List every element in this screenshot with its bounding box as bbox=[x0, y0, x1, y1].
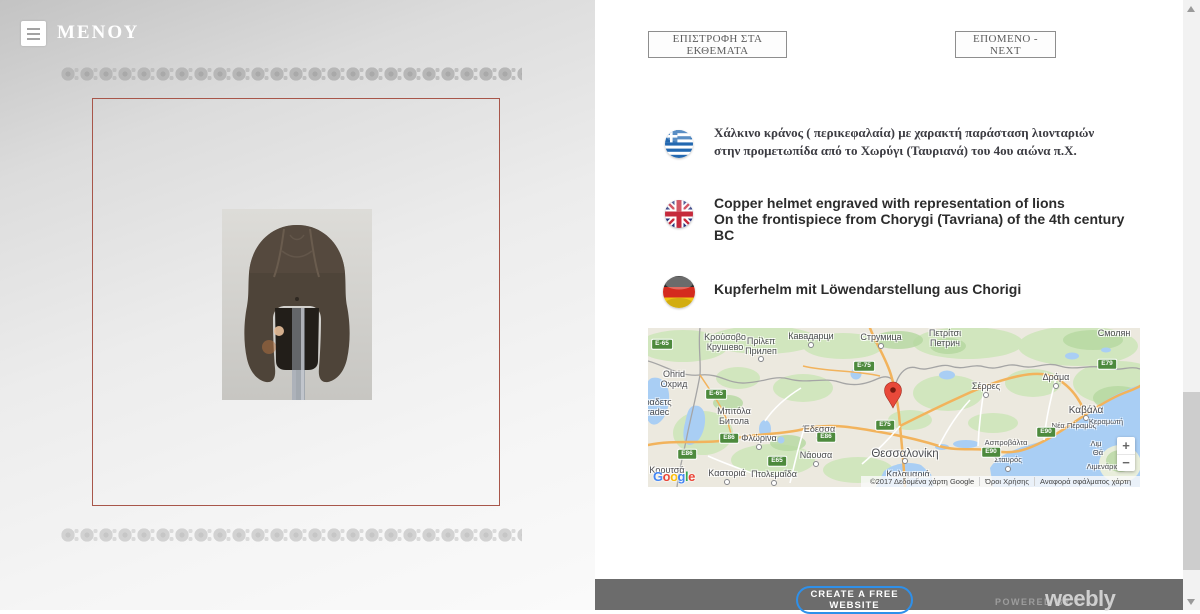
greece-flag-icon bbox=[665, 130, 693, 158]
map-label: Λιμ bbox=[1091, 440, 1102, 448]
city-dot bbox=[808, 342, 814, 348]
description-english-line1: Copper helmet engraved with representati… bbox=[714, 195, 1144, 211]
road-badge: E75 bbox=[875, 420, 895, 431]
map-label: Кавадарци bbox=[788, 332, 833, 342]
road-badge: E86 bbox=[816, 432, 836, 443]
city-dot bbox=[771, 480, 777, 486]
road-badge: E86 bbox=[677, 449, 697, 460]
road-badge: E90 bbox=[1036, 427, 1056, 438]
scroll-up-arrow-icon[interactable] bbox=[1187, 6, 1195, 12]
description-german: Kupferhelm mit Löwendarstellung aus Chor… bbox=[714, 281, 1144, 297]
description-english: Copper helmet engraved with representati… bbox=[714, 195, 1144, 243]
google-logo[interactable]: Google bbox=[653, 469, 695, 484]
zoom-in-button[interactable]: + bbox=[1117, 437, 1135, 455]
map-label: Πτολεμαΐδα bbox=[751, 470, 797, 480]
road-badge: E-75 bbox=[853, 361, 875, 372]
map-label: Δράμα bbox=[1043, 373, 1070, 383]
road-badge: E90 bbox=[981, 447, 1001, 458]
chain-ornament-top bbox=[60, 63, 522, 85]
map-label: Φλώρινα bbox=[741, 434, 776, 444]
city-dot bbox=[902, 458, 908, 464]
menu-title: ΜΕΝΟΥ bbox=[57, 22, 139, 44]
map-label: Струмица bbox=[860, 333, 901, 343]
map-label: ΠρίλεπПрилеп bbox=[745, 337, 777, 357]
map-label: Смолян bbox=[1098, 329, 1131, 339]
map-attribution-text: ©2017 Δεδομένα χάρτη Google bbox=[865, 477, 979, 486]
weebly-logo[interactable]: weebly bbox=[1045, 586, 1115, 612]
city-dot bbox=[756, 444, 762, 450]
hamburger-icon bbox=[27, 28, 40, 30]
google-map[interactable]: ΚρούσοβοКрушевоΠρίλεπПрилеп Кавадарци Стру… bbox=[648, 328, 1140, 487]
map-label: Σέρρες bbox=[972, 382, 1000, 392]
scroll-down-arrow-icon[interactable] bbox=[1187, 599, 1195, 605]
city-dot bbox=[813, 461, 819, 467]
map-label: Καστοριά bbox=[708, 469, 745, 479]
next-button[interactable]: ΕΠΟΜΕΝΟ - NEXT bbox=[955, 31, 1056, 58]
description-greek-line2: στην προμετωπίδα από το Χωρύγι (Ταυριανά… bbox=[714, 142, 1144, 160]
map-attribution: ©2017 Δεδομένα χάρτη GoogleΌροι ΧρήσηςΑν… bbox=[861, 476, 1140, 487]
scrollbar-track[interactable] bbox=[1183, 0, 1200, 610]
road-badge: E86 bbox=[719, 433, 739, 444]
map-zoom-control: + − bbox=[1117, 437, 1135, 471]
chain-ornament-bottom bbox=[60, 524, 522, 546]
menu-button[interactable] bbox=[21, 21, 46, 46]
road-badge: E-65 bbox=[651, 339, 673, 350]
description-german-line1: Kupferhelm mit Löwendarstellung aus Chor… bbox=[714, 281, 1144, 297]
map-label: Λιμενάρια bbox=[1087, 463, 1120, 471]
germany-flag-icon bbox=[663, 276, 695, 308]
city-dot bbox=[1005, 466, 1011, 472]
city-dot bbox=[724, 479, 730, 485]
back-to-exhibits-button[interactable]: ΕΠΙΣΤΡΟΦΗ ΣΤΑ ΕΚΘΕΜΑΤΑ bbox=[648, 31, 787, 58]
map-label: ΠογραδετςPogradec bbox=[648, 398, 672, 418]
city-dot bbox=[1053, 383, 1059, 389]
map-attribution-link[interactable]: Αναφορά σφάλματος χάρτη bbox=[1034, 477, 1136, 486]
map-label: ΚρούσοβοКрушево bbox=[704, 333, 746, 353]
description-english-line2: On the frontispiece from Chorygi (Tavria… bbox=[714, 211, 1144, 243]
map-label: Νάουσα bbox=[800, 451, 832, 461]
zoom-out-button[interactable]: − bbox=[1117, 455, 1135, 472]
map-label: Κεραμωτή bbox=[1089, 418, 1123, 426]
scrollbar-thumb[interactable] bbox=[1183, 392, 1200, 570]
map-label: ΜπιτόλαБитола bbox=[717, 407, 751, 427]
map-label: ΠετρίτσιПетрич bbox=[929, 329, 961, 349]
description-greek: Χάλκινο κράνος ( περικεφαλαία) με χαρακτ… bbox=[714, 124, 1144, 160]
left-panel: ΜΕΝΟΥ bbox=[0, 0, 595, 610]
description-greek-line1: Χάλκινο κράνος ( περικεφαλαία) με χαρακτ… bbox=[714, 124, 1144, 142]
city-dot bbox=[983, 392, 989, 398]
helmet-illustration bbox=[222, 209, 372, 400]
uk-flag-icon bbox=[665, 200, 693, 228]
road-badge: E79 bbox=[1097, 359, 1117, 370]
road-badge: E65 bbox=[767, 456, 787, 467]
city-dot bbox=[878, 343, 884, 349]
map-attribution-link[interactable]: Όροι Χρήσης bbox=[979, 477, 1034, 486]
road-badge: E-65 bbox=[705, 389, 727, 400]
map-label: Θά bbox=[1093, 449, 1103, 457]
map-label: OhridОхрид bbox=[661, 370, 688, 390]
exhibit-photo-helmet bbox=[222, 209, 372, 400]
city-dot bbox=[758, 356, 764, 362]
